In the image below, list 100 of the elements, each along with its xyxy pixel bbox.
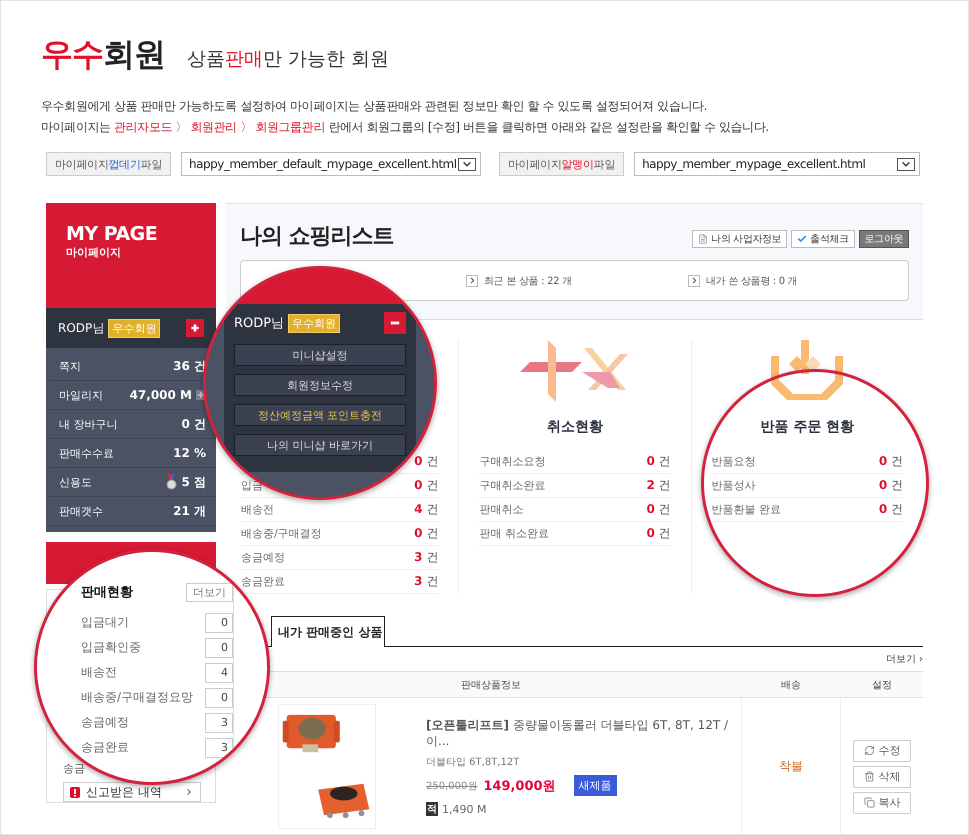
user-name: RODP님: [58, 320, 104, 336]
column-header: 설정: [871, 678, 893, 692]
description-text: 우수회원에게 상품 판매만 가능하도록 설정하여 마이페이지는 상품판매와 관련된 정보만 확인 할 수 있도록 설정되어져 있습니다.: [41, 98, 708, 115]
status-label: 반품성사: [712, 478, 756, 493]
stat-label: 판매갯수: [59, 504, 103, 518]
points-mark: 적: [426, 802, 438, 816]
caret-icon: [458, 158, 476, 170]
copy-icon: [864, 797, 874, 808]
sales-title: 판매현황: [81, 584, 133, 601]
status-count: 0 건: [414, 453, 438, 470]
stat-value: 21 개: [173, 502, 206, 520]
sales-label: 배송중/구매결정요망: [81, 689, 194, 706]
toggle-button[interactable]: [186, 319, 204, 337]
page-subtitle: 상품판매 만 가능한 회원: [187, 47, 390, 72]
menu-button[interactable]: 정산예정금액 포인트충전: [234, 404, 406, 426]
count-field: 0: [205, 612, 233, 632]
condition-badge: 새제품: [574, 775, 617, 796]
column-header: 판매상품정보: [460, 678, 522, 692]
status-title: 반품 주문 현황: [760, 418, 854, 436]
status-count: 0 건: [646, 525, 671, 542]
action-button[interactable]: 수정: [853, 740, 911, 762]
caret-icon: [897, 158, 916, 170]
file-select[interactable]: happy_member_mypage_excellent.html: [634, 152, 920, 176]
status-count: 0 건: [878, 477, 903, 494]
stat-label: 내 장바구니: [59, 416, 118, 432]
shipping-type: 착불: [779, 758, 803, 775]
status-title: 취소현황: [546, 418, 603, 436]
stat-value: 36 건: [173, 358, 206, 374]
column-header: 배송: [780, 678, 802, 692]
check-icon: [797, 234, 808, 244]
menu-button[interactable]: 나의 미니샵 바로가기: [234, 434, 406, 456]
stat-value: 47,000 M: [130, 388, 192, 402]
stat-value: 0 건: [181, 416, 206, 432]
count-field: 0: [205, 688, 233, 708]
status-count: 4 건: [414, 501, 438, 518]
stat-value: 5 점: [181, 474, 206, 490]
mypage-title: MY PAGE: [66, 223, 158, 245]
sales-label: 입금대기: [81, 614, 129, 631]
file-label: 마이페이지알맹이파일: [499, 152, 624, 176]
page-title: 우수회원: [41, 34, 165, 75]
header-button[interactable]: 로그아웃: [858, 230, 909, 248]
status-count: 3 건: [414, 549, 438, 566]
plus-icon: [189, 322, 201, 334]
sales-label: 송금예정: [81, 714, 129, 731]
status-label: 판매취소: [479, 502, 524, 517]
summary-link[interactable]: 최근 본 상품 : 22 개: [466, 274, 688, 288]
description-text: 마이페이지는 관리자모드 〉 회원관리 〉 회원그룹관리 란에서 회원그룹의 [수정] 버튼을 클릭하면 아래와 같은 설정란을 확인할 수 있습니다.: [41, 119, 770, 136]
status-label: 배송중/구매결정: [241, 526, 322, 541]
report-button[interactable]: 신고받은 내역: [63, 782, 201, 802]
summary-link[interactable]: 내가 쓴 상품평 : 0 개: [688, 274, 908, 288]
alert-icon: [70, 786, 80, 798]
sales-label: 입금확인중: [81, 639, 141, 656]
stat-label: 판매수수료: [59, 446, 114, 460]
status-label: 구매취소요청: [479, 454, 546, 469]
product-option: 더블타입 6T,8T,12T: [426, 755, 736, 769]
count-field: 4: [205, 662, 233, 682]
cross-shapes-icon: [520, 340, 630, 402]
sales-label: 송금: [63, 761, 86, 776]
status-label: 배송전: [241, 502, 274, 517]
header-button[interactable]: 나의 사업자정보: [692, 230, 788, 248]
status-count: 0 건: [414, 477, 438, 494]
grade-badge: 우수회원: [108, 318, 160, 338]
header-button[interactable]: 출석체크: [791, 230, 855, 248]
products-tab[interactable]: 내가 판매중인 상품: [271, 616, 385, 647]
status-label: 반품환불 완료: [712, 502, 782, 517]
menu-button[interactable]: 미니샵설정: [234, 344, 406, 366]
action-button[interactable]: 복사: [853, 792, 911, 814]
file-select[interactable]: happy_member_default_mypage_excellent.html: [181, 152, 482, 176]
trash-icon: [864, 771, 874, 782]
status-count: 3 건: [414, 573, 438, 590]
menu-button[interactable]: 회원정보수정: [234, 374, 406, 396]
more-button[interactable]: 더보기: [186, 582, 233, 602]
status-count: 0 건: [646, 453, 671, 470]
stat-label: 신용도: [59, 474, 92, 490]
status-label: 송금완료: [241, 574, 285, 589]
document-icon: [698, 234, 708, 244]
stat-label: 마일리지: [59, 388, 103, 402]
status-count: 0 건: [646, 501, 671, 518]
refresh-icon: [864, 745, 874, 756]
stat-label: 쪽지: [59, 358, 81, 374]
status-count: 2 건: [646, 477, 671, 494]
status-label: 송금예정: [241, 550, 285, 565]
count-field: 3: [205, 712, 233, 732]
sales-label: 송금완료: [81, 739, 129, 756]
action-button[interactable]: 삭제: [853, 766, 911, 788]
more-link[interactable]: 더보기 ›: [886, 652, 923, 666]
toggle-button[interactable]: [384, 312, 406, 334]
product-name[interactable]: [오픈툴리프트] 중량물이동롤러 더블타입 6T, 8T, 12T / 이...: [426, 717, 736, 749]
sales-label: 배송전: [81, 664, 117, 681]
sale-price: 149,000원: [483, 778, 556, 794]
status-label: 반품요청: [712, 454, 756, 469]
medal-icon: [166, 474, 178, 490]
points-value: 1,490 M: [442, 802, 486, 816]
status-label: 구매취소완료: [479, 478, 546, 493]
status-count: 0 건: [414, 525, 438, 542]
status-label: 입금: [241, 478, 263, 493]
status-count: 0 건: [878, 453, 903, 470]
grade-badge: 우수회원: [288, 314, 340, 332]
status-count: 0 건: [878, 501, 903, 518]
original-price: 250,000원: [426, 780, 478, 792]
